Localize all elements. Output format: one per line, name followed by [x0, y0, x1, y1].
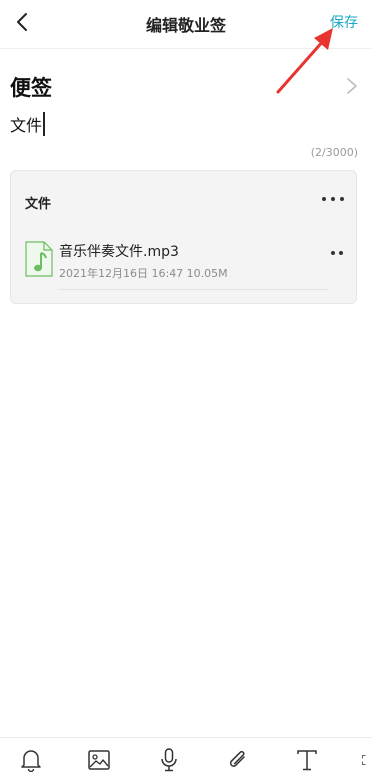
reminder-button[interactable]	[19, 747, 43, 773]
text-cursor	[43, 112, 46, 136]
divider	[59, 289, 329, 290]
voice-button[interactable]	[157, 747, 181, 773]
chevron-right-icon	[347, 78, 357, 94]
paperclip-icon	[229, 750, 245, 767]
more-icon-dot	[340, 197, 344, 201]
more-icon	[322, 197, 326, 201]
category-row[interactable]: 便签	[10, 70, 362, 102]
category-title: 便签	[10, 76, 52, 100]
page-title: 编辑敬业签	[145, 16, 226, 35]
expand-button[interactable]	[362, 747, 372, 773]
attachment-section-title: 文件	[25, 197, 52, 212]
bell-icon	[21, 750, 41, 772]
music-file-icon	[25, 241, 53, 277]
text-icon	[297, 750, 317, 771]
note-text: 文件	[10, 116, 43, 135]
more-icon	[331, 251, 335, 255]
microphone-icon	[161, 748, 177, 772]
more-icon-dot	[331, 197, 335, 201]
attachment-button[interactable]	[226, 747, 250, 773]
char-counter: (2/3000)	[310, 146, 358, 159]
more-icon-dot	[339, 251, 343, 255]
file-meta: 2021年12月16日 16:47 10.05M	[59, 267, 228, 280]
file-item[interactable]: 音乐伴奏文件.mp3 2021年12月16日 16:47 10.05M	[23, 235, 343, 291]
bottom-toolbar	[0, 737, 372, 782]
file-more-button[interactable]	[331, 249, 343, 257]
file-name: 音乐伴奏文件.mp3	[59, 244, 179, 260]
expand-icon	[362, 755, 366, 765]
attachment-card: 文件 音乐伴奏文件.mp3 2021年12月16日 16:47 10.05M	[10, 170, 357, 304]
image-icon	[88, 750, 110, 770]
text-format-button[interactable]	[295, 747, 319, 773]
image-button[interactable]	[87, 747, 111, 773]
section-more-button[interactable]	[322, 191, 344, 207]
save-button[interactable]: 保存	[330, 12, 358, 32]
note-text-field[interactable]: 文件	[10, 112, 46, 136]
top-bar: 编辑敬业签 保存	[0, 0, 372, 49]
